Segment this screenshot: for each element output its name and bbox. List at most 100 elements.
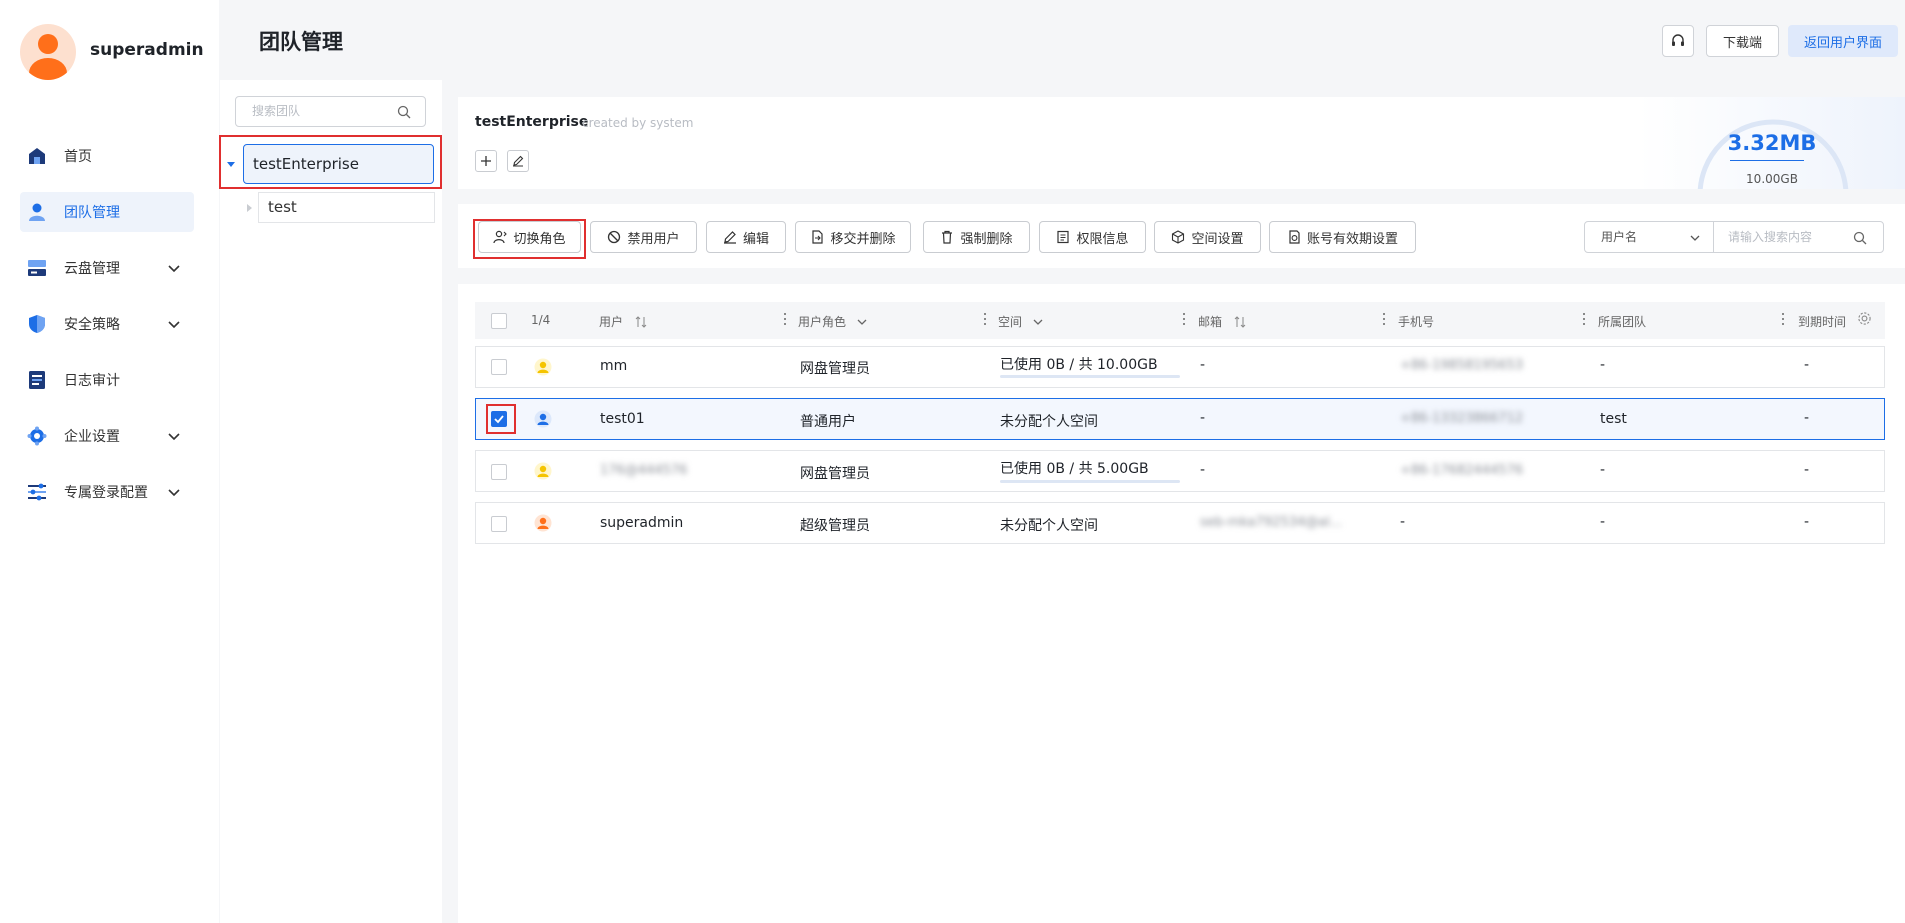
chevron-down-icon[interactable]: [856, 316, 868, 328]
chevron-down-icon: [168, 265, 180, 273]
account-expiry-button[interactable]: 账号有效期设置: [1269, 221, 1416, 253]
force-delete-label: 强制删除: [960, 231, 1013, 247]
sidebar-item-label: 企业设置: [64, 429, 120, 445]
column-header-team[interactable]: 所属团队: [1598, 313, 1646, 330]
column-header-phone[interactable]: 手机号: [1398, 313, 1434, 330]
cell-space: 已使用 0B / 共 10.00GB: [1000, 357, 1158, 373]
sidebar-item-home[interactable]: 首页: [20, 136, 194, 176]
table-row[interactable]: [475, 398, 1885, 440]
cell-email: seb-mka792534@al...: [1200, 515, 1343, 530]
column-header-user[interactable]: 用户: [599, 313, 647, 330]
switch-role-label: 切换角色: [513, 231, 566, 247]
column-settings-gear-icon[interactable]: [1857, 311, 1872, 326]
user-search-placeholder: 请输入搜索内容: [1728, 230, 1813, 244]
column-label: 用户角色: [798, 315, 847, 329]
transfer-delete-button[interactable]: 移交并删除: [795, 221, 911, 253]
column-header-email[interactable]: 邮箱: [1198, 313, 1246, 330]
row-checkbox[interactable]: [491, 411, 507, 427]
caret-right-icon[interactable]: [245, 203, 253, 213]
space-usage-bar: [1000, 480, 1180, 483]
cell-email: -: [1200, 357, 1206, 373]
selection-count: 1/4: [531, 313, 551, 327]
user-avatar-icon: [534, 514, 552, 532]
permission-info-label: 权限信息: [1076, 231, 1129, 247]
select-all-checkbox[interactable]: [491, 313, 507, 329]
column-divider: [1183, 313, 1185, 325]
caret-down-icon[interactable]: [226, 159, 236, 169]
pencil-icon: [723, 231, 736, 244]
add-button[interactable]: [475, 150, 497, 172]
row-checkbox[interactable]: [491, 516, 507, 532]
cell-role: 超级管理员: [800, 518, 870, 534]
storage-used: 3.32MB: [1727, 131, 1817, 155]
log-icon: [26, 369, 48, 391]
row-checkbox[interactable]: [491, 359, 507, 375]
download-button[interactable]: 下载端: [1706, 25, 1779, 57]
chevron-down-icon: [168, 433, 180, 441]
sidebar-item-team[interactable]: 团队管理: [20, 192, 194, 232]
sidebar-item-enterprise-settings[interactable]: 企业设置: [20, 416, 194, 456]
team-tree-item-test[interactable]: test: [258, 192, 435, 223]
support-button[interactable]: [1662, 25, 1694, 57]
enterprise-card: [458, 97, 1905, 189]
permission-info-button[interactable]: 权限信息: [1039, 221, 1146, 253]
column-label: 空间: [998, 315, 1023, 329]
edit-button[interactable]: 编辑: [706, 221, 786, 253]
sidebar-item-label: 专属登录配置: [64, 485, 148, 501]
storage-total: 10.00GB: [1746, 172, 1798, 186]
team-tree-item-testenterprise[interactable]: testEnterprise: [243, 144, 434, 184]
table-row[interactable]: [475, 502, 1885, 544]
team-search-input[interactable]: 搜索团队: [235, 96, 426, 127]
cell-expire: -: [1804, 410, 1810, 426]
transfer-delete-label: 移交并删除: [830, 231, 896, 247]
sidebar-item-cloud-disk[interactable]: 云盘管理: [20, 248, 194, 288]
checkmark-icon: [494, 415, 504, 424]
sidebar-item-login-config[interactable]: 专属登录配置: [20, 472, 194, 512]
cell-user: superadmin: [600, 515, 684, 531]
chevron-down-icon[interactable]: [1032, 316, 1044, 328]
space-settings-button[interactable]: 空间设置: [1154, 221, 1261, 253]
row-checkbox[interactable]: [491, 464, 507, 480]
column-header-expire[interactable]: 到期时间: [1798, 313, 1846, 330]
ban-icon: [608, 230, 621, 244]
search-icon[interactable]: [1853, 231, 1867, 245]
avatar[interactable]: [20, 24, 76, 80]
edit-team-button[interactable]: [507, 150, 529, 172]
sidebar-item-log-audit[interactable]: 日志审计: [20, 360, 194, 400]
column-divider: [1782, 313, 1784, 325]
disable-user-button[interactable]: 禁用用户: [590, 221, 697, 253]
search-field-value: 用户名: [1601, 230, 1638, 244]
cell-space: 未分配个人空间: [1000, 414, 1098, 430]
switch-role-button[interactable]: 切换角色: [478, 221, 581, 253]
back-to-user-button[interactable]: 返回用户界面: [1788, 25, 1898, 57]
cloud-disk-icon: [26, 257, 48, 279]
user-search-input[interactable]: 请输入搜索内容: [1713, 221, 1884, 253]
switch-role-icon: [493, 230, 508, 244]
space-usage-bar: [1000, 375, 1180, 378]
plus-icon: [481, 156, 491, 166]
cell-phone: -: [1400, 514, 1406, 530]
edit-label: 编辑: [742, 231, 769, 247]
sidebar-item-label: 安全策略: [64, 317, 120, 333]
cell-role: 普通用户: [800, 414, 856, 430]
column-label: 邮箱: [1198, 315, 1223, 329]
search-field-select[interactable]: 用户名: [1584, 221, 1714, 253]
cell-role: 网盘管理员: [800, 466, 870, 482]
column-divider: [1383, 313, 1385, 325]
enterprise-name: testEnterprise: [475, 114, 589, 130]
force-delete-button[interactable]: 强制删除: [923, 221, 1030, 253]
login-config-icon: [26, 481, 48, 503]
column-header-role[interactable]: 用户角色: [798, 313, 868, 330]
column-header-space[interactable]: 空间: [998, 313, 1044, 330]
search-icon[interactable]: [397, 105, 411, 119]
sidebar-item-security[interactable]: 安全策略: [20, 304, 194, 344]
cell-role: 网盘管理员: [800, 361, 870, 377]
cell-user: 176@444576: [600, 463, 688, 478]
sort-icon[interactable]: [635, 315, 647, 328]
cell-email: -: [1200, 462, 1206, 478]
cell-phone: +86-17682444576: [1400, 463, 1524, 478]
table-row[interactable]: [475, 346, 1885, 388]
sort-icon[interactable]: [1234, 315, 1246, 328]
cell-space: 未分配个人空间: [1000, 518, 1098, 534]
chevron-down-icon: [168, 489, 180, 497]
